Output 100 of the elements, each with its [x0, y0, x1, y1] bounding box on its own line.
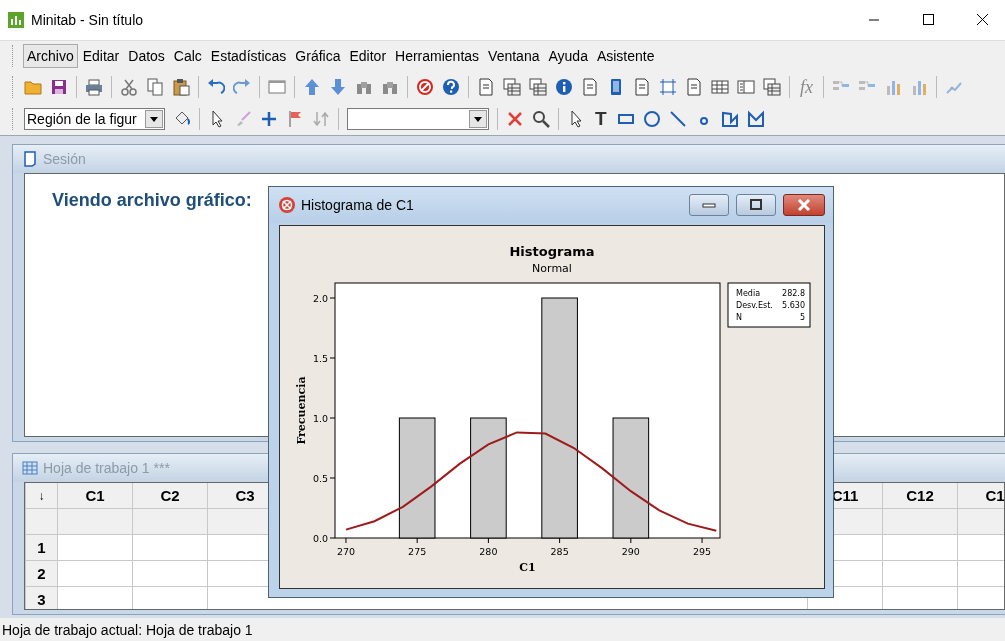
columns-icon[interactable]: [737, 78, 755, 96]
delete-icon[interactable]: [506, 110, 524, 128]
y-tick-label: 1.5: [312, 352, 328, 364]
close-button[interactable]: [783, 194, 825, 216]
table-cell[interactable]: [132, 561, 207, 587]
document-icon: [22, 151, 38, 167]
plus-icon[interactable]: [260, 110, 278, 128]
paint-bucket-icon[interactable]: [173, 110, 191, 128]
stat-value: 282.8: [782, 289, 805, 298]
table-cell[interactable]: [882, 561, 957, 587]
document-icon[interactable]: [685, 78, 703, 96]
undo-icon[interactable]: [207, 78, 225, 96]
search-icon[interactable]: [532, 110, 550, 128]
window-icon[interactable]: [268, 78, 286, 96]
menu-item[interactable]: Asistente: [592, 44, 659, 68]
x-tick-label: 280: [479, 546, 498, 557]
stacked-tables-icon[interactable]: [503, 78, 521, 96]
x-tick-label: 275: [408, 546, 427, 557]
x-tick-label: 295: [693, 546, 712, 557]
text-tool-button[interactable]: T: [593, 108, 609, 130]
row-header[interactable]: 3: [25, 587, 57, 609]
session-title: Sesión: [43, 151, 86, 167]
flag-icon[interactable]: [286, 110, 304, 128]
region-dropdown[interactable]: Región de la figur: [24, 108, 165, 130]
polyline-icon[interactable]: [720, 110, 739, 128]
column-name-cell[interactable]: [132, 509, 207, 535]
stop-icon[interactable]: [416, 78, 434, 96]
polygon-icon[interactable]: [746, 110, 765, 128]
error-circle-icon: [278, 196, 296, 214]
maximize-button[interactable]: [736, 194, 776, 216]
menu-item[interactable]: Editar: [78, 44, 124, 68]
help-icon[interactable]: [442, 78, 460, 96]
stat-value: 5.630: [782, 301, 805, 310]
menu-item[interactable]: Estadísticas: [206, 44, 291, 68]
caret-icon: [474, 116, 482, 122]
column-name-cell[interactable]: [882, 509, 957, 535]
minimize-button[interactable]: [689, 194, 729, 216]
table-icon: [22, 460, 38, 476]
line-icon[interactable]: [668, 110, 687, 128]
x-tick-label: 290: [621, 546, 640, 557]
chart-subtitle: Normal: [532, 262, 572, 275]
x-tick-label: 285: [550, 546, 569, 557]
menu-item[interactable]: Herramientas: [391, 44, 484, 68]
document-icon[interactable]: [633, 78, 651, 96]
copy-icon[interactable]: [146, 78, 164, 96]
menu-item[interactable]: Archivo: [23, 44, 78, 68]
column-name-cell[interactable]: [57, 509, 132, 535]
menu-item[interactable]: Editor: [345, 44, 391, 68]
menu-item[interactable]: Datos: [124, 44, 169, 68]
open-folder-icon[interactable]: [24, 78, 42, 96]
cut-icon[interactable]: [120, 78, 138, 96]
column-header[interactable]: C1: [57, 483, 132, 509]
info-icon[interactable]: [555, 78, 573, 96]
arrow-up-icon[interactable]: [303, 78, 321, 96]
bar-chart-icon: [8, 12, 24, 28]
stat-label: Desv.Est.: [736, 301, 773, 310]
chart-title: Histograma: [509, 244, 595, 259]
stacked-tables-icon[interactable]: [529, 78, 547, 96]
worksheet-title: Hoja de trabajo 1 ***: [43, 460, 170, 476]
stat-value: 5: [799, 313, 805, 322]
table-cell: [25, 509, 57, 535]
arrow-down-icon[interactable]: [329, 78, 347, 96]
circle-icon[interactable]: [642, 110, 661, 128]
y-tick-label: 0.0: [312, 532, 328, 544]
y-tick-label: 1.0: [312, 412, 328, 424]
frame-icon[interactable]: [659, 78, 677, 96]
row-header[interactable]: 1: [25, 535, 57, 561]
row-header[interactable]: 2: [25, 561, 57, 587]
column-header[interactable]: C1: [957, 483, 1004, 509]
menu-item[interactable]: Ventana: [484, 44, 544, 68]
graph-window-title: Histograma de C1: [301, 197, 414, 213]
corner-cell: ↓: [25, 483, 57, 509]
dropdown-field[interactable]: [347, 108, 489, 130]
x-tick-label: 270: [336, 546, 356, 557]
y-tick-label: 2.0: [312, 292, 328, 304]
paste-icon[interactable]: [172, 78, 190, 96]
swap-arrows-icon[interactable]: [312, 110, 330, 128]
table-cell[interactable]: [57, 535, 132, 561]
table-cell[interactable]: [882, 535, 957, 561]
session-text: Viendo archivo gráfico:: [52, 190, 252, 210]
column-header[interactable]: C2: [132, 483, 207, 509]
table-cell[interactable]: [57, 561, 132, 587]
menu-item[interactable]: Calc: [169, 44, 206, 68]
table-cell[interactable]: [132, 535, 207, 561]
window-title: Minitab - Sin título: [31, 12, 144, 28]
menu-item[interactable]: Ayuda: [544, 44, 592, 68]
document-icon[interactable]: [477, 78, 495, 96]
document-icon[interactable]: [581, 78, 599, 96]
redo-icon[interactable]: [233, 78, 251, 96]
menu-item[interactable]: Gráfica: [291, 44, 345, 68]
y-tick-label: 0.5: [312, 472, 328, 484]
column-header[interactable]: C12: [882, 483, 957, 509]
stat-label: N: [736, 313, 742, 322]
caret-icon: [150, 116, 158, 122]
print-icon[interactable]: [85, 78, 103, 96]
stat-label: Media: [736, 289, 761, 298]
grid-icon[interactable]: [711, 78, 729, 96]
stacked-tables-icon[interactable]: [763, 78, 781, 96]
save-icon[interactable]: [50, 78, 68, 96]
y-axis-label: Frecuencia: [295, 376, 308, 445]
